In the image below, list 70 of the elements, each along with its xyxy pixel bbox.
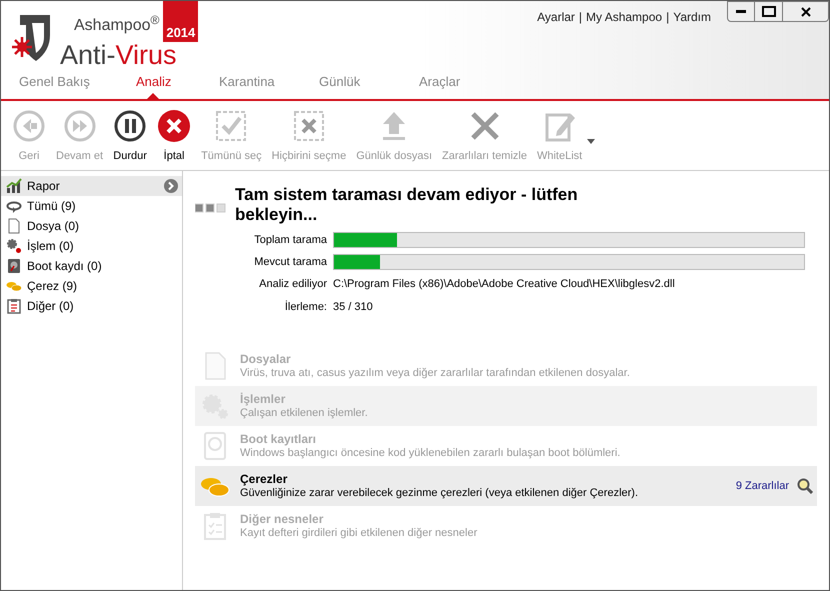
close-icon (800, 6, 810, 16)
progress-dots-icon (195, 203, 227, 213)
gears-icon (6, 238, 22, 254)
category-row[interactable]: Boot kayıtları Windows başlangıcı öncesine kod yüklenebilen zararlı bulaşan boot bölümleri. (195, 426, 817, 466)
tab[interactable]: Analiz (119, 71, 219, 99)
detail-label: İlerleme: (284, 300, 327, 316)
pause-icon (113, 109, 148, 143)
chart-icon (6, 178, 22, 194)
toolbar-button[interactable]: Hiçbirini seçme (266, 109, 352, 164)
close-button[interactable] (783, 1, 829, 22)
detail-label: Analiz ediliyor (258, 277, 327, 292)
cancel-icon (157, 109, 192, 143)
header-link[interactable]: Yardım (673, 8, 711, 26)
category-title: Dosyalar (240, 352, 292, 366)
minimize-icon (736, 10, 746, 14)
sidebar-item[interactable]: Çerez (9) (1, 276, 182, 296)
sidebar-item[interactable]: Diğer (0) (1, 296, 182, 316)
toolbar-button[interactable]: Durdur (108, 109, 152, 164)
tab[interactable]: Araçlar (419, 71, 519, 99)
fast-forward-icon (62, 109, 97, 143)
toolbar-button[interactable]: Geri (7, 109, 51, 164)
unchecked-box-icon (292, 109, 326, 143)
category-title: Boot kayıtları (240, 432, 318, 446)
toolbar-button[interactable]: Devam et (51, 109, 108, 164)
category-description: Kayıt defteri girdileri gibi etkilenen diğer nesneler (240, 526, 478, 540)
maximize-icon (762, 6, 776, 17)
toolbar-button[interactable]: İptal (152, 109, 196, 164)
toolbar-button[interactable]: Zararlıları temizle (437, 109, 532, 164)
link-separator: | (666, 9, 670, 26)
category-title: Diğer nesneler (240, 512, 324, 526)
tab[interactable]: Karantina (219, 71, 319, 99)
toolbar-button[interactable]: WhiteList (532, 109, 588, 164)
category-description: Windows başlangıcı öncesine kod yüklenebilen zararlı bulaşan boot bölümleri. (240, 446, 620, 460)
scan-title: Tam sistem taraması devam ediyor - lütfen bekleyin... (235, 185, 579, 225)
category-row[interactable]: Çerezler Güvenliğinize zarar verebilecek gezinme çerezleri (veya etkilenen diğer Çerezler). 9 Zararlılar (195, 466, 817, 506)
sidebar-item[interactable]: Tümü (9) (1, 196, 182, 216)
clipboard-icon (6, 298, 22, 314)
tab[interactable]: Günlük (319, 71, 419, 99)
category-title: Çerezler (240, 472, 288, 486)
category-title: İşlemler (240, 392, 286, 406)
file-icon (6, 218, 22, 234)
toolbar-button[interactable]: Tümünü seç (196, 109, 267, 164)
category-description: Çalışan etkilenen işlemler. (240, 406, 368, 420)
minimize-button[interactable] (727, 1, 755, 22)
product-name: Anti-Virus (60, 42, 178, 68)
sidebar-item[interactable]: İşlem (0) (1, 236, 182, 256)
progress-label: Mevcut tarama (253, 254, 327, 270)
checkbox-icon (214, 109, 248, 143)
tab[interactable]: Genel Bakış (19, 71, 119, 99)
sidebar-item[interactable]: Rapor (1, 176, 182, 196)
sidebar-item[interactable]: Dosya (0) (1, 216, 182, 236)
header-link[interactable]: Ayarlar (537, 8, 575, 26)
detail-value: C:\Program Files (x86)\Adobe\Adobe Creative Cloud\HEX\libglesv2.dll (333, 277, 675, 292)
chevron-right-icon (164, 179, 178, 193)
detail-value: 35 / 310 (333, 300, 373, 316)
category-description: Virüs, truva atı, casus yazılım veya diğer zararlılar tarafından etkilenen dosyalar. (240, 366, 630, 380)
category-description: Güvenliğinize zarar verebilecek gezinme çerezleri (veya etkilenen diğer Çerezler). (240, 486, 638, 500)
maximize-button[interactable] (755, 1, 783, 22)
year-badge: 2014 (163, 1, 198, 42)
sidebar-item[interactable]: Boot kaydı (0) (1, 256, 182, 276)
toolbar-button[interactable]: Günlük dosyası (351, 109, 438, 164)
header-link[interactable]: My Ashampoo (586, 8, 662, 26)
progress-label: Toplam tarama (253, 233, 327, 248)
dropdown-caret-icon (587, 139, 596, 144)
category-row[interactable]: Dosyalar Virüs, truva atı, casus yazılım veya diğer zararlılar tarafından etkilenen dosyalar. (195, 346, 817, 386)
link-separator: | (578, 9, 582, 26)
threat-count-link[interactable]: 9 Zararlılar (736, 478, 789, 494)
brand-name: Ashampoo$^{®}$ (73, 18, 160, 36)
category-row[interactable]: Diğer nesneler Kayıt defteri girdileri gibi etkilenen diğer nesneler (195, 506, 817, 546)
search-icon[interactable] (797, 478, 813, 494)
